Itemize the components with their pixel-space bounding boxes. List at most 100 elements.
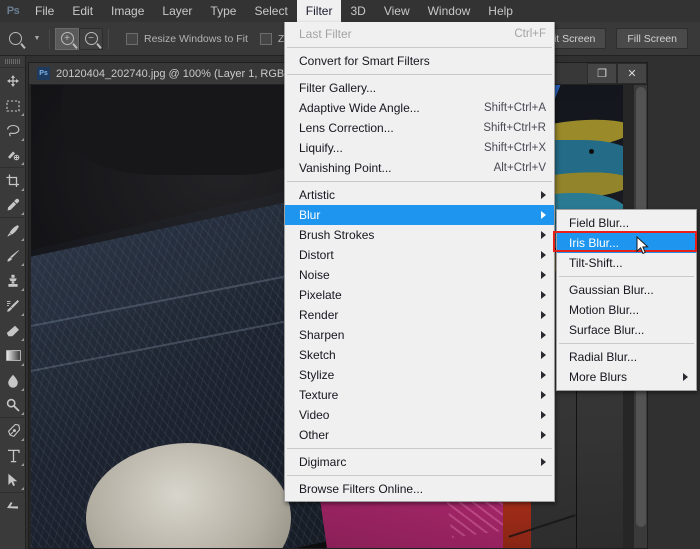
menu-image[interactable]: Image <box>102 0 153 22</box>
filter-menu-item-video[interactable]: Video <box>285 405 554 425</box>
tools-panel-grip[interactable] <box>0 56 25 68</box>
restore-window-button[interactable]: ❐ <box>587 63 617 84</box>
menu-edit[interactable]: Edit <box>63 0 102 22</box>
filter-menu-item-filter-gallery[interactable]: Filter Gallery... <box>285 78 554 98</box>
blur-submenu: Field Blur... Iris Blur... Tilt-Shift... Ga… <box>556 209 697 391</box>
eyedropper-tool[interactable] <box>0 193 26 218</box>
submenu-arrow-icon <box>541 431 546 439</box>
filter-menu-item-other[interactable]: Other <box>285 425 554 445</box>
menu-select[interactable]: Select <box>245 0 296 22</box>
menu-item-label: Motion Blur... <box>569 303 640 317</box>
menu-item-shortcut: Alt+Ctrl+V <box>493 162 546 174</box>
menu-file[interactable]: File <box>26 0 63 22</box>
menu-separator <box>559 343 694 344</box>
menu-item-shortcut: Ctrl+F <box>514 28 546 40</box>
filter-menu-item-blur[interactable]: Blur <box>285 205 554 225</box>
menu-item-label: Video <box>299 408 330 422</box>
zoom-tool-icon[interactable] <box>0 22 30 56</box>
pen-tool[interactable] <box>0 418 26 443</box>
gradient-tool[interactable] <box>0 343 26 368</box>
eraser-tool[interactable] <box>0 318 26 343</box>
filter-menu-item-texture[interactable]: Texture <box>285 385 554 405</box>
blur-menu-item-surface-blur[interactable]: Surface Blur... <box>557 320 696 340</box>
hand-tool[interactable] <box>0 493 26 518</box>
filter-menu-item-pixelate[interactable]: Pixelate <box>285 285 554 305</box>
filter-dropdown-menu: Last Filter Ctrl+F Convert for Smart Filte… <box>284 22 555 502</box>
filter-menu-item-distort[interactable]: Distort <box>285 245 554 265</box>
menu-item-label: Digimarc <box>299 455 347 469</box>
blur-menu-item-iris-blur[interactable]: Iris Blur... <box>557 233 696 253</box>
crop-tool[interactable] <box>0 168 26 193</box>
document-tab-title: 20120404_202740.jpg @ 100% (Layer 1, RGB <box>56 67 285 80</box>
menu-window[interactable]: Window <box>419 0 480 22</box>
history-brush-tool[interactable] <box>0 293 26 318</box>
filter-menu-item-lens-correction[interactable]: Lens Correction... Shift+Ctrl+R <box>285 118 554 138</box>
menu-layer[interactable]: Layer <box>153 0 201 22</box>
submenu-arrow-icon <box>541 391 546 399</box>
submenu-arrow-icon <box>541 311 546 319</box>
zoom-out-icon[interactable]: − <box>79 27 103 50</box>
menu-separator <box>287 448 552 449</box>
lasso-tool[interactable] <box>0 118 26 143</box>
submenu-arrow-icon <box>541 371 546 379</box>
menu-filter[interactable]: Filter <box>296 0 342 22</box>
blur-menu-item-more-blurs[interactable]: More Blurs <box>557 367 696 387</box>
menu-bar: Ps File Edit Image Layer Type Select Fil… <box>0 0 700 22</box>
filter-menu-item-noise[interactable]: Noise <box>285 265 554 285</box>
brush-tool[interactable] <box>0 243 26 268</box>
move-tool[interactable] <box>0 68 26 93</box>
menu-view[interactable]: View <box>375 0 419 22</box>
filter-menu-item-adaptive-wide-angle[interactable]: Adaptive Wide Angle... Shift+Ctrl+A <box>285 98 554 118</box>
photoshop-logo-icon: Ps <box>6 5 20 17</box>
menu-separator <box>287 475 552 476</box>
rectangular-marquee-tool[interactable] <box>0 93 26 118</box>
filter-menu-item-artistic[interactable]: Artistic <box>285 185 554 205</box>
menu-item-label: Other <box>299 428 330 442</box>
menu-3d[interactable]: 3D <box>341 0 374 22</box>
fill-screen-button[interactable]: Fill Screen <box>616 28 688 49</box>
close-window-button[interactable]: ✕ <box>617 63 647 84</box>
zoom-in-icon[interactable]: + <box>55 27 79 50</box>
resize-windows-to-fit-checkbox[interactable]: Resize Windows to Fit <box>126 32 248 45</box>
menu-item-label: Last Filter <box>299 27 352 41</box>
filter-menu-item-liquify[interactable]: Liquify... Shift+Ctrl+X <box>285 138 554 158</box>
submenu-arrow-icon <box>541 458 546 466</box>
menu-item-label: Texture <box>299 388 339 402</box>
submenu-arrow-icon <box>541 331 546 339</box>
blur-menu-item-gaussian-blur[interactable]: Gaussian Blur... <box>557 280 696 300</box>
clone-stamp-tool[interactable] <box>0 268 26 293</box>
filter-menu-item-digimarc[interactable]: Digimarc <box>285 452 554 472</box>
checkbox-box[interactable] <box>126 32 138 45</box>
quick-selection-tool[interactable] <box>0 143 26 168</box>
menu-item-label: Distort <box>299 248 334 262</box>
filter-menu-item-sketch[interactable]: Sketch <box>285 345 554 365</box>
menu-type[interactable]: Type <box>201 0 245 22</box>
filter-menu-item-convert-for-smart-filters[interactable]: Convert for Smart Filters <box>285 51 554 71</box>
chevron-down-icon[interactable]: ▼ <box>30 22 44 56</box>
path-selection-tool[interactable] <box>0 468 26 493</box>
dodge-tool[interactable] <box>0 393 26 418</box>
submenu-arrow-icon <box>683 373 688 381</box>
menu-item-label: Stylize <box>299 368 335 382</box>
filter-menu-item-sharpen[interactable]: Sharpen <box>285 325 554 345</box>
menu-help[interactable]: Help <box>479 0 522 22</box>
checkbox-box[interactable] <box>259 32 272 45</box>
horizontal-type-tool[interactable] <box>0 443 26 468</box>
filter-menu-item-browse-filters-online[interactable]: Browse Filters Online... <box>285 479 554 499</box>
filter-menu-item-render[interactable]: Render <box>285 305 554 325</box>
blur-menu-item-radial-blur[interactable]: Radial Blur... <box>557 347 696 367</box>
blur-tool[interactable] <box>0 368 26 393</box>
filter-menu-item-brush-strokes[interactable]: Brush Strokes <box>285 225 554 245</box>
blur-menu-item-field-blur[interactable]: Field Blur... <box>557 213 696 233</box>
submenu-arrow-icon <box>541 251 546 259</box>
menu-item-label: Brush Strokes <box>299 228 375 242</box>
filter-menu-item-vanishing-point[interactable]: Vanishing Point... Alt+Ctrl+V <box>285 158 554 178</box>
filter-menu-item-stylize[interactable]: Stylize <box>285 365 554 385</box>
menu-item-shortcut: Shift+Ctrl+R <box>483 122 546 134</box>
spot-healing-brush-tool[interactable] <box>0 218 26 243</box>
menu-item-label: Tilt-Shift... <box>569 256 623 270</box>
blur-menu-item-tilt-shift[interactable]: Tilt-Shift... <box>557 253 696 273</box>
blur-menu-item-motion-blur[interactable]: Motion Blur... <box>557 300 696 320</box>
menu-item-label: Blur <box>299 208 321 222</box>
menu-item-label: Iris Blur... <box>569 236 620 250</box>
